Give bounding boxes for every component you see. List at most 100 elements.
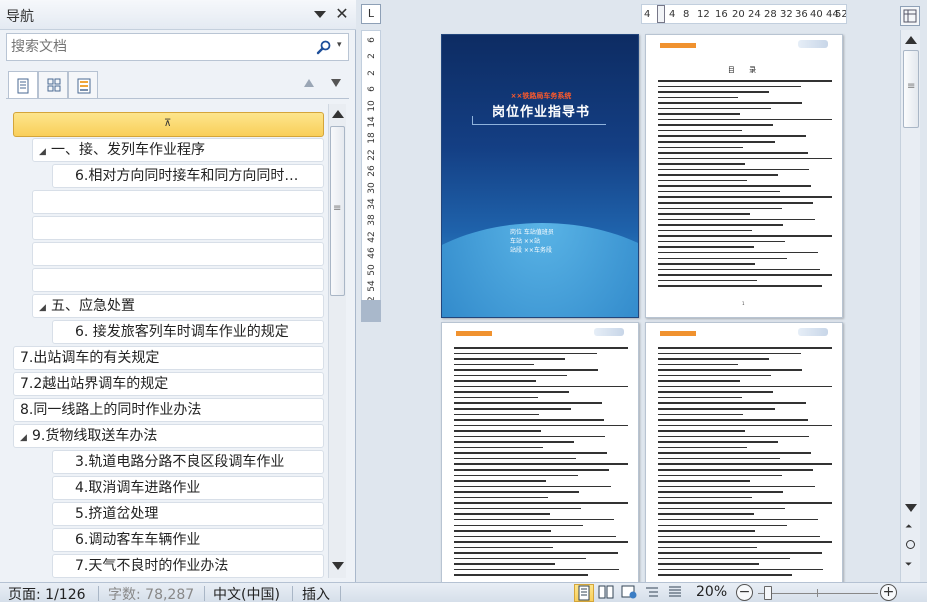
collapse-all-bar[interactable]: ⊼ [13, 112, 324, 137]
doc-scroll-thumb[interactable] [903, 50, 919, 128]
ruler-mark: 32 [780, 9, 793, 20]
text-line [454, 491, 580, 493]
page-number: 1 [742, 301, 745, 306]
word-count[interactable]: 字数: 78,287 [108, 584, 194, 602]
text-line [658, 135, 806, 137]
previous-page-icon[interactable]: ⏶ [905, 522, 912, 532]
ruler-mark: 50 [367, 263, 377, 276]
zoom-out-button[interactable]: − [736, 584, 753, 601]
document-vertical-scrollbar[interactable]: ⏶ ⏷ [900, 30, 920, 582]
document-page[interactable] [645, 322, 843, 582]
page-indicator[interactable]: 页面: 1/126 [8, 584, 86, 602]
heading-label: 五、应急处置 [51, 298, 135, 314]
text-line [454, 402, 602, 404]
tab-stop-selector[interactable]: L [361, 4, 381, 24]
expand-triangle-icon[interactable]: ◢ [39, 141, 51, 161]
insert-mode-indicator[interactable]: 插入 [302, 584, 330, 602]
heading-item[interactable]: ◢ 五、应急处置 [32, 294, 324, 318]
text-line [454, 507, 582, 510]
zoom-in-button[interactable]: + [880, 584, 897, 601]
heading-item[interactable]: 6.调动客车车辆作业 [52, 528, 324, 552]
page-text-lines [454, 347, 628, 580]
heading-label: 7.2越出站界调车的规定 [20, 376, 169, 392]
text-line [658, 452, 812, 454]
search-box[interactable]: ▾ [6, 33, 349, 61]
web-layout-button[interactable] [620, 584, 640, 602]
tab-headings[interactable] [8, 71, 38, 99]
text-line [658, 96, 739, 99]
page-header-tag [456, 331, 492, 336]
toc-title: 目 录 [727, 66, 763, 74]
heading-item[interactable]: 3.轨道电路分路不良区段调车作业 [52, 450, 324, 474]
heading-item[interactable]: 8.同一线路上的同时作业办法 [13, 398, 324, 422]
doc-scroll-down-icon[interactable] [905, 504, 917, 512]
search-options-dropdown-icon[interactable]: ▾ [337, 40, 342, 50]
nav-scroll-up-icon[interactable] [332, 110, 344, 118]
draft-view-button[interactable] [666, 584, 686, 602]
heading-label: 7.天气不良时的作业办法 [75, 558, 229, 574]
outline-view-button[interactable] [643, 584, 663, 602]
text-line [658, 435, 810, 438]
nav-close-button[interactable]: ✕ [334, 4, 350, 24]
zoom-level[interactable]: 20% [696, 584, 727, 600]
heading-item[interactable]: 7.2越出站界调车的规定 [13, 372, 324, 396]
heading-item[interactable]: ◢ 一、接、发列车作业程序 [32, 138, 324, 162]
text-line [658, 263, 756, 265]
document-page[interactable] [441, 322, 639, 582]
full-screen-reading-button[interactable] [597, 584, 617, 602]
select-browse-object-icon[interactable] [906, 540, 915, 549]
nav-menu-dropdown-icon[interactable] [312, 8, 328, 22]
next-page-icon[interactable]: ⏷ [905, 560, 912, 570]
heading-item[interactable]: 4.取消调车进路作业 [52, 476, 324, 500]
cover-divider [472, 124, 606, 125]
text-line [658, 213, 751, 215]
tab-pages[interactable] [38, 71, 68, 99]
print-layout-view-button[interactable] [574, 584, 594, 602]
heading-item[interactable]: 5.挤道岔处理 [52, 502, 324, 526]
doc-scroll-up-icon[interactable] [905, 36, 917, 44]
heading-item[interactable] [32, 268, 324, 292]
view-ruler-button[interactable] [900, 6, 920, 26]
heading-item[interactable]: ◢ 9.货物线取送车办法 [13, 424, 324, 448]
heading-item[interactable]: 6.相对方向同时接车和同方向同时… [52, 164, 324, 188]
ruler-mark: 16 [715, 9, 728, 20]
heading-label: 7.出站调车的有关规定 [20, 350, 160, 366]
zoom-slider-thumb[interactable] [764, 586, 772, 600]
previous-heading-icon[interactable] [303, 78, 315, 88]
heading-item[interactable] [32, 242, 324, 266]
heading-item[interactable]: 7.天气不良时的作业办法 [52, 554, 324, 578]
indent-marker-icon[interactable] [657, 5, 665, 23]
ruler-toggle-icon [903, 9, 917, 23]
document-canvas[interactable]: ××铁路局车务系统 岗位作业指导书 岗位 车站值班员 车站 ××站 站段 ××车… [386, 26, 900, 582]
heading-label: 4.取消调车进路作业 [75, 480, 201, 496]
heading-item[interactable] [32, 216, 324, 240]
text-line [658, 124, 773, 126]
language-indicator[interactable]: 中文(中国) [213, 584, 280, 602]
search-icon[interactable] [316, 39, 332, 55]
heading-item[interactable]: 7.出站调车的有关规定 [13, 346, 324, 370]
vertical-ruler[interactable]: 622610141822263034384246505462 [361, 30, 381, 320]
nav-scroll-thumb[interactable] [330, 126, 345, 296]
zoom-slider-track[interactable] [758, 593, 878, 594]
expand-triangle-icon[interactable]: ◢ [39, 297, 51, 317]
ruler-mark: 28 [764, 9, 777, 20]
nav-scroll-down-icon[interactable] [332, 562, 344, 570]
text-line [658, 524, 787, 526]
text-line [658, 424, 832, 427]
text-line [454, 452, 608, 454]
toc-page[interactable]: 目 录 1 [645, 34, 843, 318]
cover-page[interactable]: ××铁路局车务系统 岗位作业指导书 岗位 车站值班员 车站 ××站 站段 ××车… [441, 34, 639, 318]
next-heading-icon[interactable] [330, 78, 342, 88]
web-layout-icon [621, 585, 637, 599]
search-input[interactable] [11, 37, 301, 57]
nav-vertical-scrollbar[interactable] [328, 104, 346, 578]
expand-triangle-icon[interactable]: ◢ [20, 427, 32, 447]
heading-item[interactable] [32, 190, 324, 214]
tab-results[interactable] [68, 71, 98, 99]
ruler-mark: 22 [367, 149, 377, 161]
text-line [658, 279, 758, 282]
text-line [658, 352, 801, 355]
heading-item[interactable]: 6. 接发旅客列车时调车作业的规定 [52, 320, 324, 344]
horizontal-ruler[interactable]: 4 4 8 12 16 20 24 28 32 36 40 44 52 [641, 4, 847, 24]
reading-view-icon [598, 585, 614, 599]
